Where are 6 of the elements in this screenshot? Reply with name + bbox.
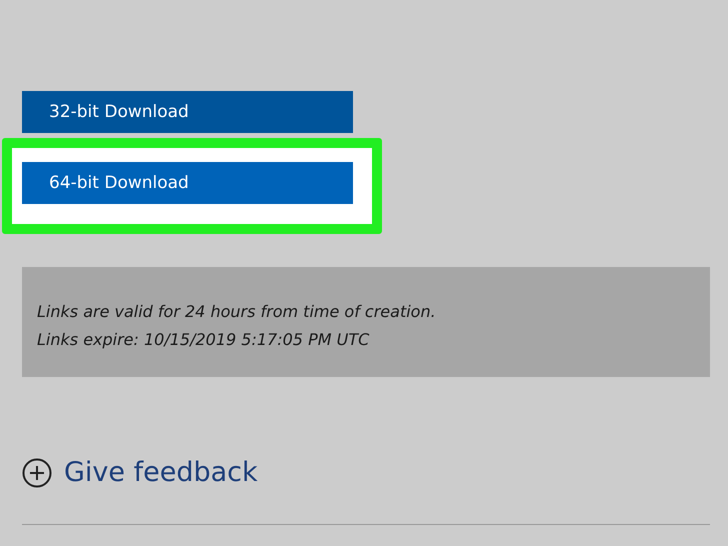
notice-text: Links are valid for 24 hours from time of creation.	[37, 301, 437, 323]
add-icon[interactable]	[22, 458, 52, 488]
feedback-link[interactable]: Give feedback	[64, 457, 258, 488]
notice-text: Links expire: 10/15/2019 5:17:05 PM UTC	[37, 329, 370, 351]
download-button[interactable]: 32-bit Download	[22, 91, 353, 133]
download-button[interactable]: 64-bit Download	[22, 162, 353, 204]
